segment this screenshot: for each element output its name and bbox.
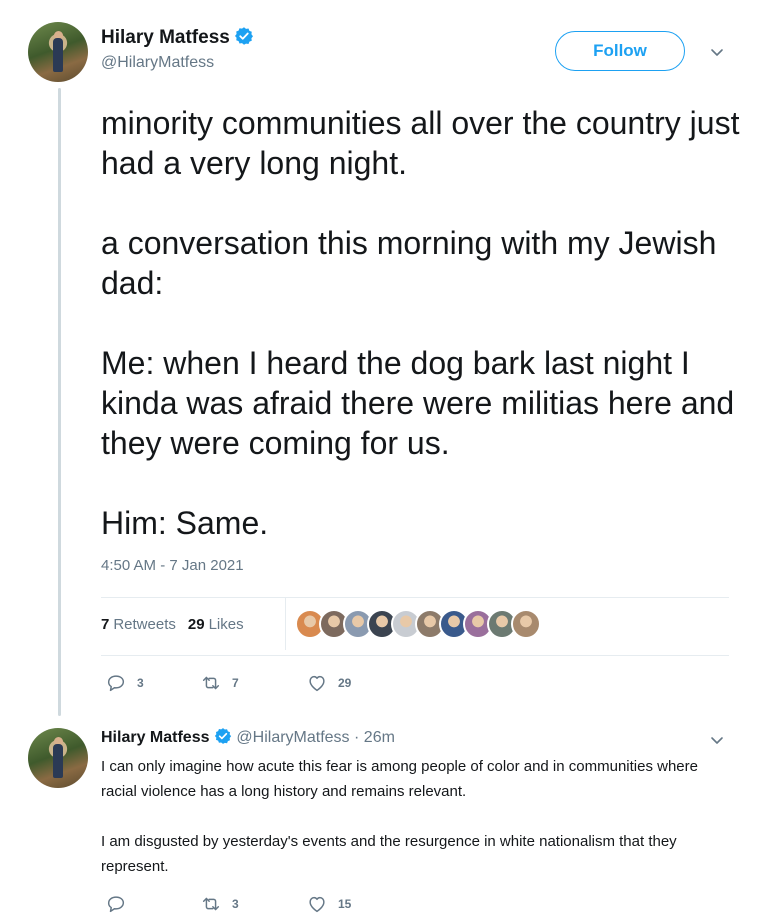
reply-author-handle[interactable]: @HilaryMatfess — [236, 729, 349, 746]
tweet-paragraph: a conversation this morning with my Jewi… — [101, 225, 717, 301]
verified-badge-icon — [235, 27, 254, 45]
reply-action[interactable]: 3 — [105, 672, 200, 694]
reply-retweet-count: 3 — [232, 897, 239, 911]
reply-time[interactable]: 26m — [364, 729, 395, 746]
tweet-paragraph: minority communities all over the countr… — [101, 105, 740, 181]
chevron-down-icon[interactable] — [709, 732, 725, 748]
retweet-icon — [202, 897, 220, 911]
stats-separator — [285, 598, 286, 650]
reply-action[interactable] — [105, 893, 200, 915]
stats-top-divider — [101, 597, 729, 598]
reply-paragraph: I can only imagine how acute this fear i… — [101, 758, 698, 800]
author-name[interactable]: Hilary Matfess — [101, 27, 230, 48]
like-action[interactable]: 15 — [306, 893, 351, 915]
reply-paragraph: I am disgusted by yesterday's events and… — [101, 833, 677, 875]
author-handle: @HilaryMatfess — [101, 54, 215, 71]
retweets-label[interactable]: Retweets — [113, 616, 176, 633]
author-avatar[interactable] — [28, 22, 88, 82]
liker-avatars — [295, 609, 541, 639]
reply-actions: 3 15 — [105, 893, 351, 915]
stats-bottom-divider — [101, 655, 729, 656]
retweet-action[interactable]: 7 — [200, 672, 306, 694]
reply-text: I can only imagine how acute this fear i… — [101, 754, 721, 879]
tweet-paragraph: Me: when I heard the dog bark last night… — [101, 345, 735, 461]
heart-icon — [309, 675, 325, 692]
tweet-text: minority communities all over the countr… — [101, 103, 741, 543]
liker-avatar[interactable] — [511, 609, 541, 639]
engagement-stats: 7 Retweets 29 Likes — [101, 612, 244, 636]
chevron-down-icon[interactable] — [709, 44, 725, 60]
author-block: Hilary Matfess @HilaryMatfess — [101, 26, 254, 72]
like-action[interactable]: 29 — [306, 672, 351, 694]
reply-icon — [107, 675, 125, 692]
tweet-paragraph: Him: Same. — [101, 505, 269, 541]
reply-count: 3 — [137, 676, 144, 690]
thread-connector-line — [58, 88, 61, 716]
reply-like-count: 15 — [338, 897, 352, 911]
likes-label[interactable]: Likes — [209, 616, 244, 633]
avatar-figure-body — [53, 744, 63, 778]
tweet-timestamp[interactable]: 4:50 AM - 7 Jan 2021 — [101, 557, 244, 574]
retweet-count: 7 — [232, 676, 239, 690]
reply-icon — [107, 896, 125, 913]
tweet-actions: 3 7 29 — [105, 672, 351, 694]
retweet-icon — [202, 676, 220, 690]
retweets-count[interactable]: 7 — [101, 616, 109, 633]
reply-separator: · — [354, 729, 360, 746]
avatar-figure-body — [53, 38, 63, 72]
like-count: 29 — [338, 676, 352, 690]
reply-author-name[interactable]: Hilary Matfess — [101, 729, 210, 746]
heart-icon — [309, 896, 325, 913]
retweet-action[interactable]: 3 — [200, 893, 306, 915]
likes-count[interactable]: 29 — [188, 616, 205, 633]
reply-header: Hilary Matfess @HilaryMatfess · 26m — [101, 727, 395, 747]
verified-badge-icon — [214, 728, 232, 744]
reply-author-avatar[interactable] — [28, 728, 88, 788]
follow-button[interactable]: Follow — [555, 31, 685, 71]
